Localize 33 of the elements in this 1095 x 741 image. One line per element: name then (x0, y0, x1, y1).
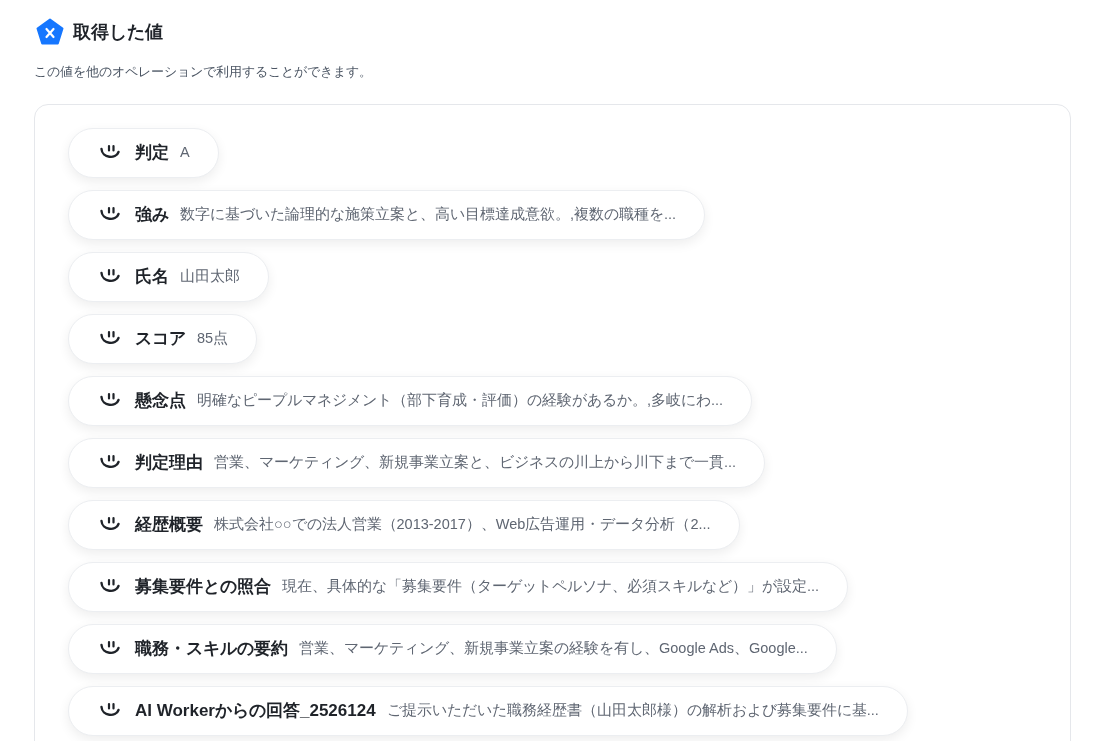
variable-label: 強み (135, 203, 169, 226)
variable-label: 募集要件との照合 (135, 575, 271, 598)
section-description: この値を他のオペレーションで利用することができます。 (34, 63, 373, 81)
variable-label: 職務・スキルの要約 (135, 637, 288, 660)
variable-value: A (180, 142, 190, 162)
variable-value: 営業、マーケティング、新規事業立案と、ビジネスの川上から川下まで一貫... (214, 452, 737, 472)
variable-value: 営業、マーケティング、新規事業立案の経験を有し、Google Ads、Google... (299, 638, 808, 658)
variable-value: 株式会社○○での法人営業（2013-2017）、Web広告運用・データ分析（2... (214, 514, 711, 534)
variable-label: AI Workerからの回答_2526124 (135, 699, 376, 722)
variable-value: 85点 (197, 328, 229, 348)
variable-label: 判定理由 (135, 451, 203, 474)
variable-chip[interactable]: 募集要件との照合 現在、具体的な「募集要件（ターゲットペルソナ、必須スキルなど）」が設定... (68, 561, 849, 612)
variable-chip[interactable]: 判定理由 営業、マーケティング、新規事業立案と、ビジネスの川上から川下まで一貫... (68, 437, 766, 488)
variable-label: 懸念点 (135, 389, 186, 412)
variable-chip[interactable]: 判定 A (68, 127, 219, 178)
variable-chip[interactable]: AI Workerからの回答_2526124 ご提示いただいた職務経歴書（山田太郎様）の解析および募集要件に基... (68, 685, 908, 736)
variable-label: スコア (135, 327, 186, 350)
section-title: 取得した値 (73, 20, 163, 44)
variable-chip[interactable]: 強み 数字に基づいた論理的な施策立案と、高い目標達成意欲。,複数の職種を... (68, 189, 706, 240)
variable-chip[interactable]: 職務・スキルの要約 営業、マーケティング、新規事業立案の経験を有し、Google Ads、Google... (68, 623, 837, 674)
variable-value: 数字に基づいた論理的な施策立案と、高い目標達成意欲。,複数の職種を... (180, 204, 677, 224)
variable-value: 明確なピープルマネジメント（部下育成・評価）の経験があるか。,多岐にわ... (197, 390, 724, 410)
logo-icon (36, 18, 64, 46)
variable-label: 判定 (135, 141, 169, 164)
variable-chip[interactable]: 氏名 山田太郎 (68, 251, 269, 302)
variable-chip[interactable]: 懸念点 明確なピープルマネジメント（部下育成・評価）の経験があるか。,多岐にわ... (68, 375, 753, 426)
variable-chip[interactable]: 経歴概要 株式会社○○での法人営業（2013-2017）、Web広告運用・データ分析（2... (68, 499, 740, 550)
variable-value: ご提示いただいた職務経歴書（山田太郎様）の解析および募集要件に基... (386, 700, 879, 720)
variable-chip[interactable]: スコア 85点 (68, 313, 258, 364)
variable-label: 経歴概要 (135, 513, 203, 536)
variable-label: 氏名 (135, 265, 169, 288)
variable-value: 山田太郎 (180, 266, 240, 286)
variable-value: 現在、具体的な「募集要件（ターゲットペルソナ、必須スキルなど）」が設定... (282, 576, 820, 596)
